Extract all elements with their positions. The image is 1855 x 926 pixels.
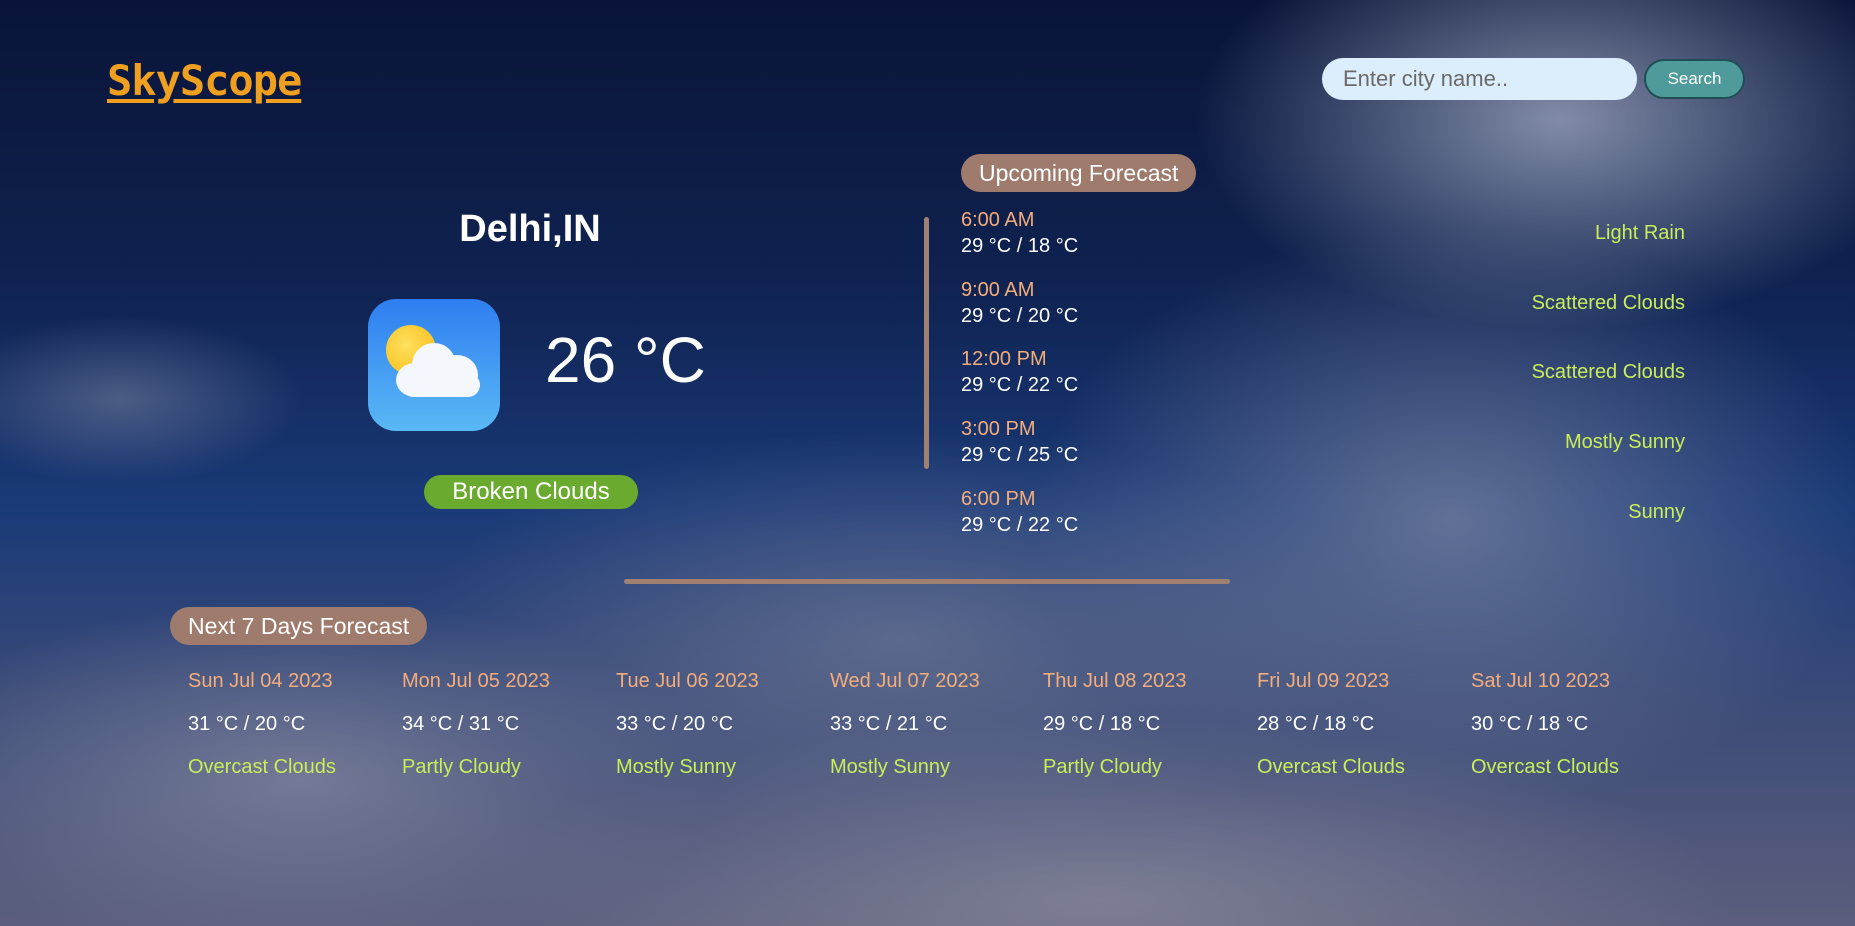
day-date: Mon Jul 05 2023 — [402, 670, 550, 692]
day-forecast: Sun Jul 04 2023 31 °C / 20 °C Overcast C… — [188, 670, 388, 779]
day-condition: Overcast Clouds — [188, 756, 336, 778]
hourly-forecast-row: 9:00 AM 29 °C / 20 °C Scattered Clouds — [961, 279, 1685, 339]
hourly-time: 6:00 PM — [961, 488, 1036, 510]
day-temp: 28 °C / 18 °C — [1257, 713, 1375, 735]
hourly-condition: Light Rain — [1594, 222, 1685, 244]
hourly-temp: 29 °C / 20 °C — [961, 305, 1079, 327]
current-temperature: 26 °C — [545, 324, 706, 396]
day-condition: Mostly Sunny — [830, 756, 951, 778]
day-date: Sun Jul 04 2023 — [188, 670, 333, 692]
hourly-temp: 29 °C / 22 °C — [961, 514, 1079, 536]
upcoming-forecast-title: Upcoming Forecast — [961, 154, 1197, 192]
hourly-forecast-row: 3:00 PM 29 °C / 25 °C Mostly Sunny — [961, 418, 1685, 478]
day-forecast: Tue Jul 06 2023 33 °C / 20 °C Mostly Sun… — [616, 670, 816, 779]
hourly-condition: Mostly Sunny — [1564, 431, 1685, 453]
search-input[interactable] — [1322, 58, 1637, 100]
day-date: Wed Jul 07 2023 — [830, 670, 980, 692]
hourly-forecast-row: 6:00 PM 29 °C / 22 °C Sunny — [961, 488, 1685, 548]
day-condition: Overcast Clouds — [1257, 756, 1405, 778]
current-condition-badge: Broken Clouds — [424, 475, 638, 509]
search-bar: Search — [1322, 58, 1745, 100]
day-temp: 31 °C / 20 °C — [188, 713, 306, 735]
day-temp: 33 °C / 21 °C — [830, 713, 948, 735]
partly-cloudy-icon — [368, 299, 500, 431]
week-forecast-title: Next 7 Days Forecast — [170, 607, 428, 645]
hourly-time: 6:00 AM — [961, 209, 1035, 231]
hourly-forecast-row: 12:00 PM 29 °C / 22 °C Scattered Clouds — [961, 348, 1685, 408]
day-forecast: Wed Jul 07 2023 33 °C / 21 °C Mostly Sun… — [830, 670, 1030, 779]
hourly-time: 3:00 PM — [961, 418, 1036, 440]
hourly-condition: Scattered Clouds — [1531, 292, 1685, 314]
day-date: Thu Jul 08 2023 — [1043, 670, 1187, 692]
vertical-divider — [924, 217, 929, 469]
hourly-temp: 29 °C / 25 °C — [961, 444, 1079, 466]
day-forecast: Fri Jul 09 2023 28 °C / 18 °C Overcast C… — [1257, 670, 1457, 779]
hourly-condition: Scattered Clouds — [1531, 361, 1685, 383]
horizontal-divider — [624, 579, 1230, 584]
day-condition: Partly Cloudy — [402, 756, 521, 778]
hourly-time: 9:00 AM — [961, 279, 1035, 301]
day-condition: Partly Cloudy — [1043, 756, 1162, 778]
hourly-condition: Sunny — [1628, 501, 1685, 523]
hourly-forecast-row: 6:00 AM 29 °C / 18 °C Light Rain — [961, 209, 1685, 269]
city-name: Delhi,IN — [459, 208, 601, 250]
day-temp: 33 °C / 20 °C — [616, 713, 734, 735]
day-date: Tue Jul 06 2023 — [616, 670, 759, 692]
day-condition: Overcast Clouds — [1471, 756, 1619, 778]
day-forecast: Sat Jul 10 2023 30 °C / 18 °C Overcast C… — [1471, 670, 1671, 779]
logo[interactable]: SkyScope — [107, 56, 302, 105]
hourly-temp: 29 °C / 22 °C — [961, 374, 1079, 396]
day-condition: Mostly Sunny — [616, 756, 737, 778]
day-forecast: Thu Jul 08 2023 29 °C / 18 °C Partly Clo… — [1043, 670, 1243, 779]
day-temp: 29 °C / 18 °C — [1043, 713, 1161, 735]
day-date: Sat Jul 10 2023 — [1471, 670, 1610, 692]
hourly-time: 12:00 PM — [961, 348, 1047, 370]
day-temp: 30 °C / 18 °C — [1471, 713, 1589, 735]
day-date: Fri Jul 09 2023 — [1257, 670, 1390, 692]
day-temp: 34 °C / 31 °C — [402, 713, 520, 735]
hourly-temp: 29 °C / 18 °C — [961, 235, 1079, 257]
day-forecast: Mon Jul 05 2023 34 °C / 31 °C Partly Clo… — [402, 670, 602, 779]
search-button[interactable]: Search — [1644, 59, 1745, 99]
